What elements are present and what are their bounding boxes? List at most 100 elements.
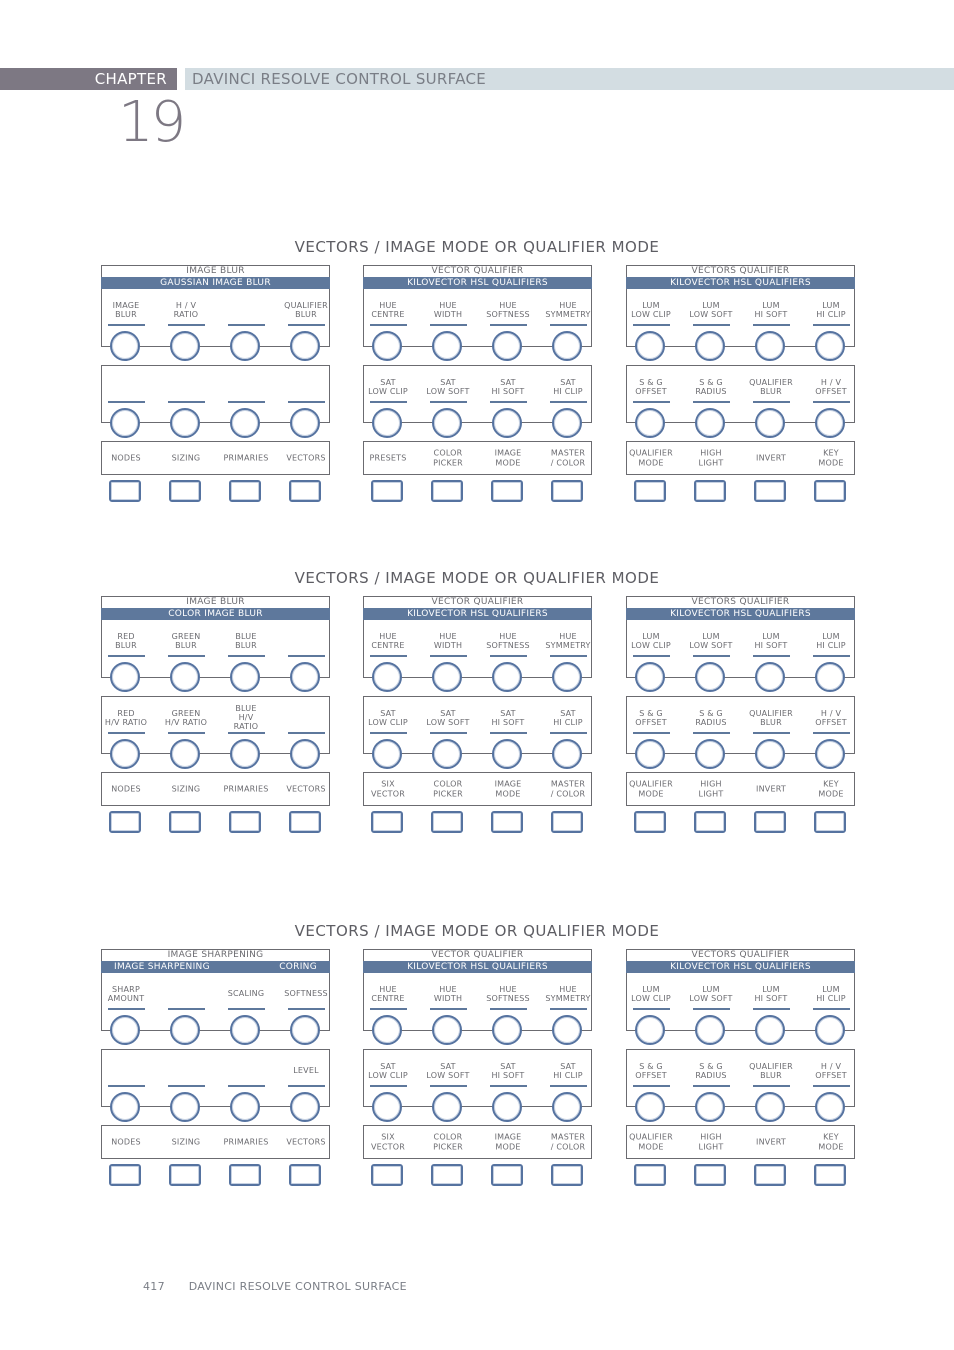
- rotary-knob[interactable]: [635, 408, 665, 438]
- rotary-knob[interactable]: [755, 1015, 785, 1045]
- soft-button[interactable]: [754, 1164, 786, 1186]
- soft-button[interactable]: [694, 480, 726, 502]
- rotary-knob[interactable]: [635, 1015, 665, 1045]
- rotary-knob[interactable]: [290, 408, 320, 438]
- soft-button[interactable]: [431, 811, 463, 833]
- rotary-knob[interactable]: [492, 662, 522, 692]
- soft-button[interactable]: [694, 1164, 726, 1186]
- rotary-knob[interactable]: [372, 1015, 402, 1045]
- soft-button[interactable]: [109, 811, 141, 833]
- soft-button[interactable]: [371, 1164, 403, 1186]
- rotary-knob[interactable]: [635, 662, 665, 692]
- rotary-knob[interactable]: [290, 1092, 320, 1122]
- rotary-knob[interactable]: [230, 1092, 260, 1122]
- soft-button[interactable]: [694, 811, 726, 833]
- soft-button[interactable]: [431, 1164, 463, 1186]
- soft-button[interactable]: [229, 811, 261, 833]
- rotary-knob[interactable]: [170, 408, 200, 438]
- rotary-knob[interactable]: [815, 408, 845, 438]
- soft-button[interactable]: [551, 1164, 583, 1186]
- rotary-knob[interactable]: [695, 331, 725, 361]
- rotary-knob[interactable]: [230, 662, 260, 692]
- rotary-knob[interactable]: [815, 739, 845, 769]
- rotary-knob[interactable]: [815, 662, 845, 692]
- soft-button[interactable]: [371, 480, 403, 502]
- soft-button[interactable]: [229, 480, 261, 502]
- soft-button[interactable]: [229, 1164, 261, 1186]
- soft-button[interactable]: [551, 480, 583, 502]
- rotary-knob[interactable]: [492, 408, 522, 438]
- rotary-knob[interactable]: [695, 1015, 725, 1045]
- rotary-knob[interactable]: [755, 662, 785, 692]
- soft-button[interactable]: [634, 480, 666, 502]
- soft-button[interactable]: [109, 1164, 141, 1186]
- rotary-knob[interactable]: [432, 408, 462, 438]
- rotary-knob[interactable]: [635, 1092, 665, 1122]
- rotary-knob[interactable]: [290, 739, 320, 769]
- rotary-knob[interactable]: [110, 1015, 140, 1045]
- rotary-knob[interactable]: [815, 1092, 845, 1122]
- rotary-knob[interactable]: [432, 1092, 462, 1122]
- rotary-knob[interactable]: [230, 331, 260, 361]
- rotary-knob[interactable]: [372, 662, 402, 692]
- rotary-knob[interactable]: [170, 739, 200, 769]
- rotary-knob[interactable]: [635, 331, 665, 361]
- rotary-knob[interactable]: [290, 1015, 320, 1045]
- rotary-knob[interactable]: [695, 408, 725, 438]
- rotary-knob[interactable]: [815, 1015, 845, 1045]
- rotary-knob[interactable]: [492, 1015, 522, 1045]
- rotary-knob[interactable]: [492, 739, 522, 769]
- rotary-knob[interactable]: [492, 1092, 522, 1122]
- rotary-knob[interactable]: [230, 1015, 260, 1045]
- soft-button[interactable]: [634, 1164, 666, 1186]
- rotary-knob[interactable]: [695, 739, 725, 769]
- rotary-knob[interactable]: [695, 1092, 725, 1122]
- rotary-knob[interactable]: [552, 662, 582, 692]
- rotary-knob[interactable]: [552, 408, 582, 438]
- rotary-knob[interactable]: [110, 408, 140, 438]
- rotary-knob[interactable]: [230, 739, 260, 769]
- soft-button[interactable]: [169, 1164, 201, 1186]
- soft-button[interactable]: [491, 1164, 523, 1186]
- rotary-knob[interactable]: [755, 739, 785, 769]
- rotary-knob[interactable]: [432, 739, 462, 769]
- rotary-knob[interactable]: [815, 331, 845, 361]
- rotary-knob[interactable]: [170, 662, 200, 692]
- soft-button[interactable]: [634, 811, 666, 833]
- rotary-knob[interactable]: [372, 739, 402, 769]
- rotary-knob[interactable]: [372, 408, 402, 438]
- soft-button[interactable]: [814, 811, 846, 833]
- soft-button[interactable]: [754, 811, 786, 833]
- soft-button[interactable]: [431, 480, 463, 502]
- soft-button[interactable]: [289, 480, 321, 502]
- soft-button[interactable]: [491, 480, 523, 502]
- rotary-knob[interactable]: [432, 662, 462, 692]
- rotary-knob[interactable]: [755, 331, 785, 361]
- rotary-knob[interactable]: [432, 1015, 462, 1045]
- rotary-knob[interactable]: [695, 662, 725, 692]
- rotary-knob[interactable]: [635, 739, 665, 769]
- rotary-knob[interactable]: [290, 331, 320, 361]
- rotary-knob[interactable]: [552, 331, 582, 361]
- soft-button[interactable]: [491, 811, 523, 833]
- rotary-knob[interactable]: [372, 1092, 402, 1122]
- rotary-knob[interactable]: [552, 739, 582, 769]
- rotary-knob[interactable]: [372, 331, 402, 361]
- rotary-knob[interactable]: [110, 331, 140, 361]
- soft-button[interactable]: [289, 811, 321, 833]
- rotary-knob[interactable]: [170, 331, 200, 361]
- soft-button[interactable]: [814, 480, 846, 502]
- rotary-knob[interactable]: [755, 408, 785, 438]
- rotary-knob[interactable]: [755, 1092, 785, 1122]
- soft-button[interactable]: [814, 1164, 846, 1186]
- soft-button[interactable]: [551, 811, 583, 833]
- rotary-knob[interactable]: [290, 662, 320, 692]
- rotary-knob[interactable]: [170, 1015, 200, 1045]
- rotary-knob[interactable]: [110, 739, 140, 769]
- rotary-knob[interactable]: [170, 1092, 200, 1122]
- rotary-knob[interactable]: [552, 1092, 582, 1122]
- rotary-knob[interactable]: [432, 331, 462, 361]
- rotary-knob[interactable]: [552, 1015, 582, 1045]
- rotary-knob[interactable]: [492, 331, 522, 361]
- soft-button[interactable]: [109, 480, 141, 502]
